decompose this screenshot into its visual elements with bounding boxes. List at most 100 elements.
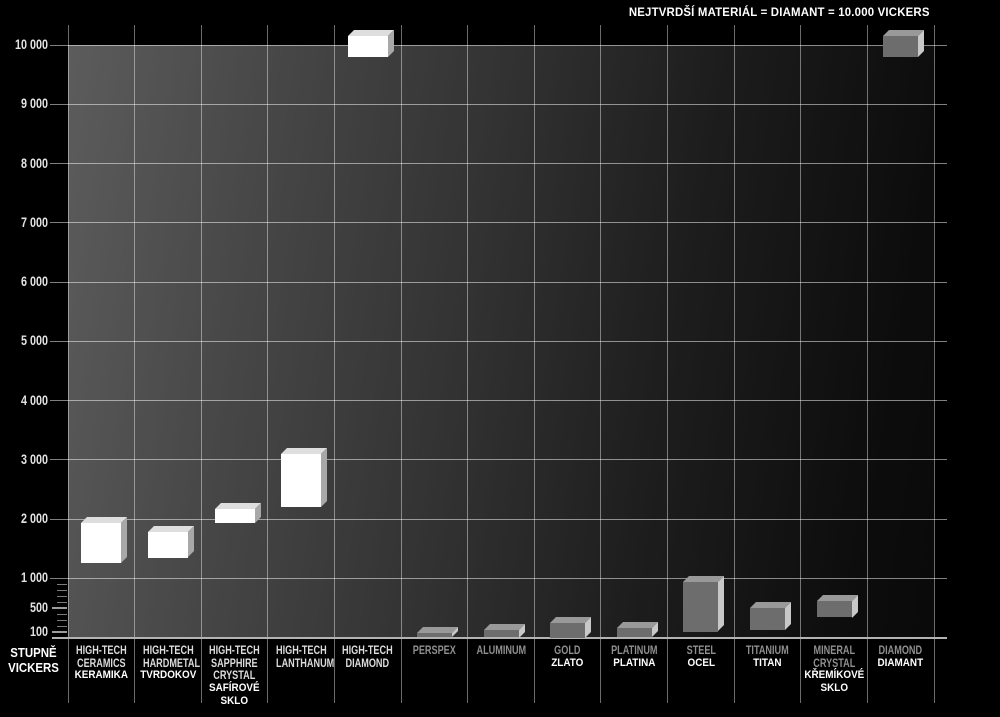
bar-right-face	[388, 30, 394, 57]
y-axis-tick-label: 500	[10, 600, 48, 616]
major-gridline	[50, 222, 947, 223]
category-translation-line: TITAN	[737, 657, 797, 670]
column-gridline	[467, 25, 468, 703]
y-axis-minor-tick	[57, 596, 67, 597]
category-label-diamond: DIAMONDDIAMANT	[867, 644, 934, 670]
category-label-high-tech-sapphire-crystal: HIGH-TECHSAPPHIRECRYSTALSAFÍROVÉSKLO	[201, 644, 268, 708]
bar-mineral-crystal	[817, 595, 858, 618]
column-gridline	[867, 25, 868, 703]
y-axis-tick-label: 4 000	[10, 393, 48, 409]
column-gridline	[734, 25, 735, 703]
bar-high-tech-ceramics	[81, 517, 127, 563]
bar-gold	[550, 617, 591, 638]
category-name-line: DIAMOND	[342, 657, 393, 670]
category-label-gold: GOLDZLATO	[534, 644, 601, 670]
category-name-line: TITANIUM	[742, 644, 793, 657]
category-name-line: PLATINUM	[609, 644, 660, 657]
y-axis-tick-label: 8 000	[10, 156, 48, 172]
bar-front-face	[417, 633, 452, 637]
bar-front-face	[817, 601, 852, 618]
category-label-high-tech-ceramics: HIGH-TECHCERAMICSKERAMIKA	[68, 644, 135, 682]
bar-perspex	[417, 627, 458, 637]
y-axis-tick-label: 5 000	[10, 333, 48, 349]
category-translation-line: KŘEMÍKOVÉ	[804, 669, 864, 682]
bar-aluminum	[484, 624, 525, 638]
y-axis-tick-label: 2 000	[10, 511, 48, 527]
category-translation-line: OCEL	[671, 657, 731, 670]
column-gridline	[68, 25, 69, 703]
bar-front-face	[281, 454, 321, 507]
bar-right-face	[121, 517, 127, 563]
y-axis-minor-tick	[57, 626, 67, 627]
category-label-high-tech-hardmetal: HIGH-TECHHARDMETALTVRDOKOV	[135, 644, 202, 682]
category-label-perspex: PERSPEX	[401, 644, 468, 657]
category-translation-line: ZLATO	[538, 657, 598, 670]
bar-front-face	[617, 628, 652, 637]
bar-top-face	[484, 624, 525, 630]
bar-front-face	[883, 36, 918, 57]
category-name-line: LANTHANUM	[276, 657, 327, 670]
column-gridline	[934, 25, 935, 703]
category-translation-line: KERAMIKA	[71, 669, 131, 682]
bar-front-face	[750, 608, 785, 630]
bar-right-face	[785, 602, 791, 630]
category-translation-line: SAFÍROVÉ	[205, 682, 265, 695]
category-label-aluminum: ALUMINUM	[468, 644, 535, 657]
category-name-line: CRYSTAL	[209, 669, 260, 682]
y-axis-title-line-1: STUPNĚ	[4, 646, 63, 661]
column-gridline	[134, 25, 135, 703]
major-gridline	[50, 341, 947, 342]
category-label-high-tech-lanthanum: HIGH-TECHLANTHANUM	[268, 644, 335, 669]
y-axis-tick-label: 9 000	[10, 96, 48, 112]
bar-front-face	[348, 36, 388, 57]
bar-high-tech-hardmetal	[148, 526, 194, 557]
y-axis-minor-tick	[57, 584, 67, 585]
category-label-mineral-crystal: MINERALCRYSTALKŘEMÍKOVÉSKLO	[801, 644, 868, 695]
bar-top-face	[348, 30, 394, 36]
bar-right-face	[718, 576, 724, 631]
vickers-hardness-chart: NEJTVRDŠÍ MATERIÁL = DIAMANT = 10.000 VI…	[0, 0, 1000, 717]
bar-titanium	[750, 602, 791, 630]
column-gridline	[401, 25, 402, 703]
category-translation-line: SKLO	[804, 682, 864, 695]
bar-front-face	[148, 532, 188, 557]
column-gridline	[201, 25, 202, 703]
y-axis-tick	[52, 607, 67, 609]
column-gridline	[534, 25, 535, 703]
category-name-line: GOLD	[542, 644, 593, 657]
bar-high-tech-lanthanum	[281, 448, 327, 507]
column-gridline	[800, 25, 801, 703]
y-axis-minor-tick	[57, 590, 67, 591]
category-name-line: STEEL	[676, 644, 727, 657]
y-axis-title: STUPNĚ VICKERS	[4, 646, 63, 675]
y-axis-tick-label: 3 000	[10, 452, 48, 468]
bar-front-face	[484, 630, 519, 638]
y-axis-minor-tick	[57, 614, 67, 615]
category-label-titanium: TITANIUMTITAN	[734, 644, 801, 670]
y-axis-title-line-2: VICKERS	[4, 661, 63, 676]
category-translation-line: PLATINA	[604, 657, 664, 670]
bar-top-face	[215, 503, 261, 509]
category-name-line: HARDMETAL	[143, 657, 194, 670]
bar-steel	[683, 576, 724, 631]
category-translation-line: DIAMANT	[871, 657, 931, 670]
bar-platinum	[617, 622, 658, 637]
bar-right-face	[321, 448, 327, 507]
y-axis-minor-tick	[57, 602, 67, 603]
bar-front-face	[550, 623, 585, 638]
column-gridline	[667, 25, 668, 703]
major-gridline	[50, 104, 947, 105]
category-label-platinum: PLATINUMPLATINA	[601, 644, 668, 670]
major-gridline	[50, 45, 947, 46]
major-gridline	[50, 400, 947, 401]
category-label-steel: STEELOCEL	[668, 644, 735, 670]
category-name-line: CRYSTAL	[809, 657, 860, 670]
y-axis-tick	[52, 631, 67, 633]
column-gridline	[600, 25, 601, 703]
bar-right-face	[188, 526, 194, 557]
y-axis-tick-label: 6 000	[10, 274, 48, 290]
bar-high-tech-sapphire-crystal	[215, 503, 261, 523]
major-gridline	[50, 578, 947, 579]
bar-right-face	[918, 30, 924, 57]
major-gridline	[50, 519, 947, 520]
